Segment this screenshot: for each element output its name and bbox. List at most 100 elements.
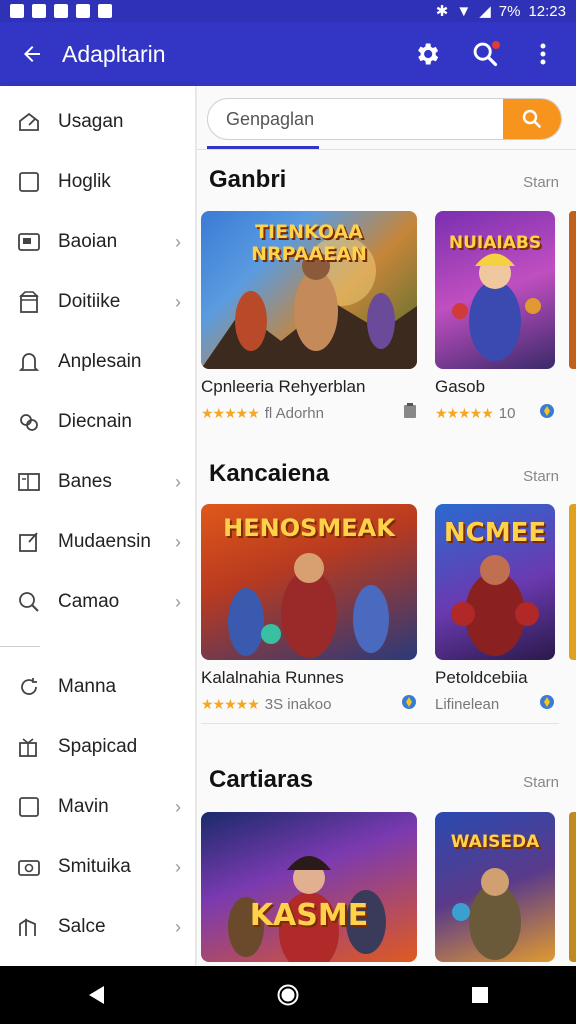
rating-text: 10 xyxy=(498,404,516,422)
drawer-item[interactable]: Doitiike › xyxy=(0,272,195,332)
game-card[interactable]: TIENKOAA NRPAAEAN Cpnleeria Rehyerblan ★… xyxy=(201,211,417,423)
game-meta: Lifinelean xyxy=(435,694,555,714)
drawer-item[interactable]: Banes › xyxy=(0,452,195,512)
rating-stars: ★★★★★ xyxy=(201,404,260,421)
notification-icon xyxy=(76,4,90,18)
drawer-item[interactable]: Diecnain xyxy=(0,392,195,452)
square-icon xyxy=(16,794,42,820)
drawer-divider xyxy=(0,646,40,647)
drawer-item-label: Mudaensin xyxy=(58,531,151,552)
notification-icon xyxy=(54,4,68,18)
home-edit-icon xyxy=(16,109,42,135)
drawer-item[interactable]: Mudaensin › xyxy=(0,512,195,572)
drawer-item-label: Baoian xyxy=(58,231,118,252)
game-meta: ★★★★★ 10 xyxy=(435,403,555,423)
shield-icon xyxy=(539,403,555,423)
game-card[interactable]: HENOSMEAK Kalalnahia Runnes ★★★★★ 3S ina… xyxy=(201,504,417,714)
game-thumbnail: TIENKOAA NRPAAEAN xyxy=(201,211,417,369)
notification-icon xyxy=(32,4,46,18)
drawer-item[interactable]: Manna xyxy=(0,657,195,717)
drawer-item-label: Diecnain xyxy=(58,411,132,432)
game-name: Kalalnahia Runnes xyxy=(201,668,344,687)
nav-drawer: Usagan Hoglik Baoian › Doitiike › Anples… xyxy=(0,86,196,966)
section-title: Cartiaras xyxy=(209,766,314,793)
bluetooth-icon: ✱ xyxy=(435,3,449,20)
notification-icon xyxy=(98,4,112,18)
thumbnail-title: NUIAIABS xyxy=(448,233,542,253)
game-name: Gasob xyxy=(435,377,486,396)
game-meta: ★★★★★ 3S inakoo xyxy=(201,694,417,714)
chevron-right-icon: › xyxy=(175,796,181,817)
settings-gear-icon[interactable] xyxy=(410,37,444,71)
drawer-item[interactable]: Smituika › xyxy=(0,837,195,897)
drawer-item[interactable]: Mavin › xyxy=(0,777,195,837)
shield-icon xyxy=(401,694,417,714)
gift-icon xyxy=(16,734,42,760)
notification-dot xyxy=(492,41,500,49)
bell-icon xyxy=(16,349,42,375)
game-card-partial[interactable] xyxy=(569,504,576,660)
game-thumbnail: WAISEDA xyxy=(435,812,555,962)
drawer-item[interactable]: Hoglik xyxy=(0,152,195,212)
drawer-item[interactable]: Baoian › xyxy=(0,212,195,272)
drawer-item[interactable]: Salce › xyxy=(0,897,195,957)
drawer-item[interactable]: Usagan xyxy=(0,92,195,152)
game-meta: ★★★★★ fl Adorhn xyxy=(201,403,417,423)
drawer-item-label: Doitiike xyxy=(58,291,121,312)
game-card[interactable]: WAISEDA xyxy=(435,812,555,962)
link-icon xyxy=(16,409,42,435)
card-icon xyxy=(16,229,42,255)
search-icon[interactable] xyxy=(468,37,502,71)
drawer-item[interactable]: Spapicad xyxy=(0,717,195,777)
drawer-item-label: Manna xyxy=(58,676,117,697)
home-nav-icon[interactable] xyxy=(268,975,308,1015)
game-card[interactable]: NCMEE Petoldcebiia Lifinelean xyxy=(435,504,555,714)
notification-icons xyxy=(10,4,112,18)
search-input[interactable]: Genpaglan xyxy=(208,109,503,130)
see-more-link[interactable]: Starn xyxy=(523,468,559,485)
camera-icon xyxy=(16,854,42,880)
thumbnail-title: HENOSMEAK xyxy=(223,514,395,542)
app-bar: Adapltarin xyxy=(0,22,576,86)
drawer-item-label: Hoglik xyxy=(58,171,111,192)
shield-icon xyxy=(539,694,555,714)
game-thumbnail: NUIAIABS xyxy=(435,211,555,369)
game-thumbnail: NCMEE xyxy=(435,504,555,660)
building-icon xyxy=(16,914,42,940)
section-title: Ganbri xyxy=(209,166,287,193)
page-title: Adapltarin xyxy=(62,40,166,67)
content-area: Genpaglan Ganbri Starn TIENKOAA NRPAAEAN… xyxy=(197,86,576,966)
game-card[interactable]: NUIAIABS Gasob ★★★★★ 10 xyxy=(435,211,555,423)
chevron-right-icon: › xyxy=(175,916,181,937)
recents-nav-icon[interactable] xyxy=(460,975,500,1015)
back-arrow-icon[interactable] xyxy=(16,38,48,70)
search-bar[interactable]: Genpaglan xyxy=(207,98,562,140)
clipboard-icon xyxy=(403,403,417,423)
game-card[interactable]: KASME xyxy=(201,812,417,962)
drawer-item-label: Smituika xyxy=(58,856,131,877)
wifi-icon: ▼ xyxy=(456,2,472,20)
edit-box-icon xyxy=(16,529,42,555)
drawer-item-label: Usagan xyxy=(58,111,124,132)
search-icon xyxy=(16,589,42,615)
more-vert-icon[interactable] xyxy=(526,37,560,71)
rating-text: 3S inakoo xyxy=(264,695,332,713)
see-more-link[interactable]: Starn xyxy=(523,174,559,191)
refresh-icon xyxy=(16,674,42,700)
back-nav-icon[interactable] xyxy=(76,975,116,1015)
thumbnail-title: KASME xyxy=(249,898,369,933)
search-button[interactable] xyxy=(503,99,561,139)
chevron-right-icon: › xyxy=(175,291,181,312)
signal-icon: ◢ xyxy=(479,3,491,20)
divider xyxy=(197,149,576,150)
rating-stars: ★★★★★ xyxy=(201,695,260,712)
thumbnail-title: NCMEE xyxy=(443,518,547,548)
chevron-right-icon: › xyxy=(175,471,181,492)
drawer-item[interactable]: Anplesain xyxy=(0,332,195,392)
square-icon xyxy=(16,169,42,195)
game-card-partial[interactable] xyxy=(569,211,576,369)
game-card-partial[interactable] xyxy=(569,812,576,962)
drawer-item[interactable]: Camao › xyxy=(0,572,195,632)
see-more-link[interactable]: Starn xyxy=(523,774,559,791)
notification-icon xyxy=(10,4,24,18)
